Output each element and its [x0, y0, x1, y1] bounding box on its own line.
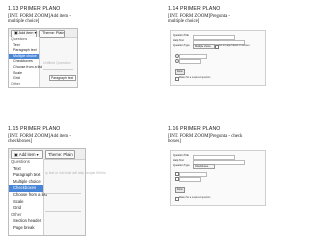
add-item-menu: Questions Text Paragraph text Multiple c… — [9, 37, 42, 87]
add-option-field[interactable] — [179, 176, 201, 182]
slide-title: 1.14 PRIMER PLANO — [168, 6, 221, 12]
menu-item-checkboxes[interactable]: Checkboxes — [9, 185, 43, 192]
slide-note: [INT. FORM ZOOM]Add item - multiple choi… — [8, 14, 71, 25]
menu-item-paragraph-text[interactable]: Paragraph text — [9, 172, 43, 179]
question-type-label: Question Type — [173, 164, 190, 167]
menu-item-grid[interactable]: Grid — [9, 205, 43, 212]
add-item-screenshot: ▣ Add item ▾ Theme: Plain Questions Text… — [8, 148, 106, 236]
slide-note: [INT. FORM ZOOM]Pregunta - multiple choi… — [168, 14, 230, 25]
menu-item-text[interactable]: Text — [9, 166, 43, 173]
menu-item-choose-from-list[interactable]: Choose from a list — [9, 192, 47, 199]
menu-item-page-break[interactable]: Page break — [9, 225, 43, 232]
question-title-placeholder: Untitled Question — [43, 61, 71, 65]
menu-group-other: Other — [11, 211, 22, 217]
question-title-label: Question Title — [173, 34, 189, 37]
done-button[interactable]: Done — [175, 69, 185, 75]
divider — [43, 69, 73, 70]
theme-button[interactable]: Theme: Plain — [45, 150, 75, 159]
help-text-label: Help Text — [173, 39, 184, 42]
menu-group-questions: Questions — [11, 159, 30, 164]
slide-title: 1.16 PRIMER PLANO — [168, 126, 221, 132]
menu-item-choose-from-list[interactable]: Choose from a list — [9, 65, 42, 71]
slide-1-15: 1.15 PRIMER PLANO [INT. FORM ZOOM]Add it… — [0, 120, 160, 240]
question-type-select[interactable]: Checkboxes — [193, 164, 215, 170]
chevron-down-icon: ▾ — [36, 152, 39, 157]
question-form-mc: Question Title Help Text Question Type M… — [170, 30, 266, 86]
menu-item-paragraph-text[interactable]: Paragraph text — [9, 48, 39, 54]
slide-1-13: 1.13 PRIMER PLANO [INT. FORM ZOOM]Add it… — [0, 0, 160, 120]
menu-item-section-header[interactable]: Section header — [9, 218, 43, 225]
menu-item-multiple-choice[interactable]: Multiple choice — [9, 179, 43, 186]
menu-group-other: Other — [11, 81, 20, 86]
question-type-dropdown[interactable]: Paragraph text — [49, 75, 76, 81]
divider — [45, 211, 81, 212]
question-type-select[interactable]: Multiple choice — [193, 44, 215, 50]
slide-note: [INT. FORM ZOOM]Pregunta - check boxes] — [168, 134, 243, 145]
chevron-down-icon: ▾ — [34, 31, 37, 35]
divider — [45, 193, 81, 194]
theme-button[interactable]: Theme: Plain — [39, 30, 65, 38]
go-to-page-label: Go to page based on answer — [219, 44, 250, 47]
required-label: Make this a required question — [179, 76, 211, 79]
required-label: Make this a required question — [179, 196, 211, 199]
help-text-placeholder: ry text or info that will help people fi… — [45, 171, 106, 175]
question-type-label: Question Type — [173, 44, 190, 47]
slide-title: 1.13 PRIMER PLANO — [8, 6, 61, 12]
question-form-checkboxes: Question Title Help Text Question Type C… — [170, 150, 266, 206]
add-item-screenshot: ▣ Add item ▾ Theme: Plain Questions Text… — [8, 28, 78, 88]
slide-1-16: 1.16 PRIMER PLANO [INT. FORM ZOOM]Pregun… — [160, 120, 320, 240]
add-icon: ▣ — [14, 152, 18, 157]
question-title-label: Question Title — [173, 154, 189, 157]
slide-1-14: 1.14 PRIMER PLANO [INT. FORM ZOOM]Pregun… — [160, 0, 320, 120]
help-text-label: Help Text — [173, 159, 184, 162]
add-option-field[interactable] — [179, 58, 201, 64]
slide-title: 1.15 PRIMER PLANO — [8, 126, 61, 132]
add-item-button[interactable]: ▣ Add item ▾ — [11, 150, 43, 159]
done-button[interactable]: Done — [175, 187, 185, 193]
add-item-menu: Questions Text Paragraph text Multiple c… — [9, 159, 47, 235]
slide-note: [INT. FORM ZOOM]Add item - checkboxes] — [8, 134, 71, 145]
menu-item-scale[interactable]: Scale — [9, 199, 43, 206]
